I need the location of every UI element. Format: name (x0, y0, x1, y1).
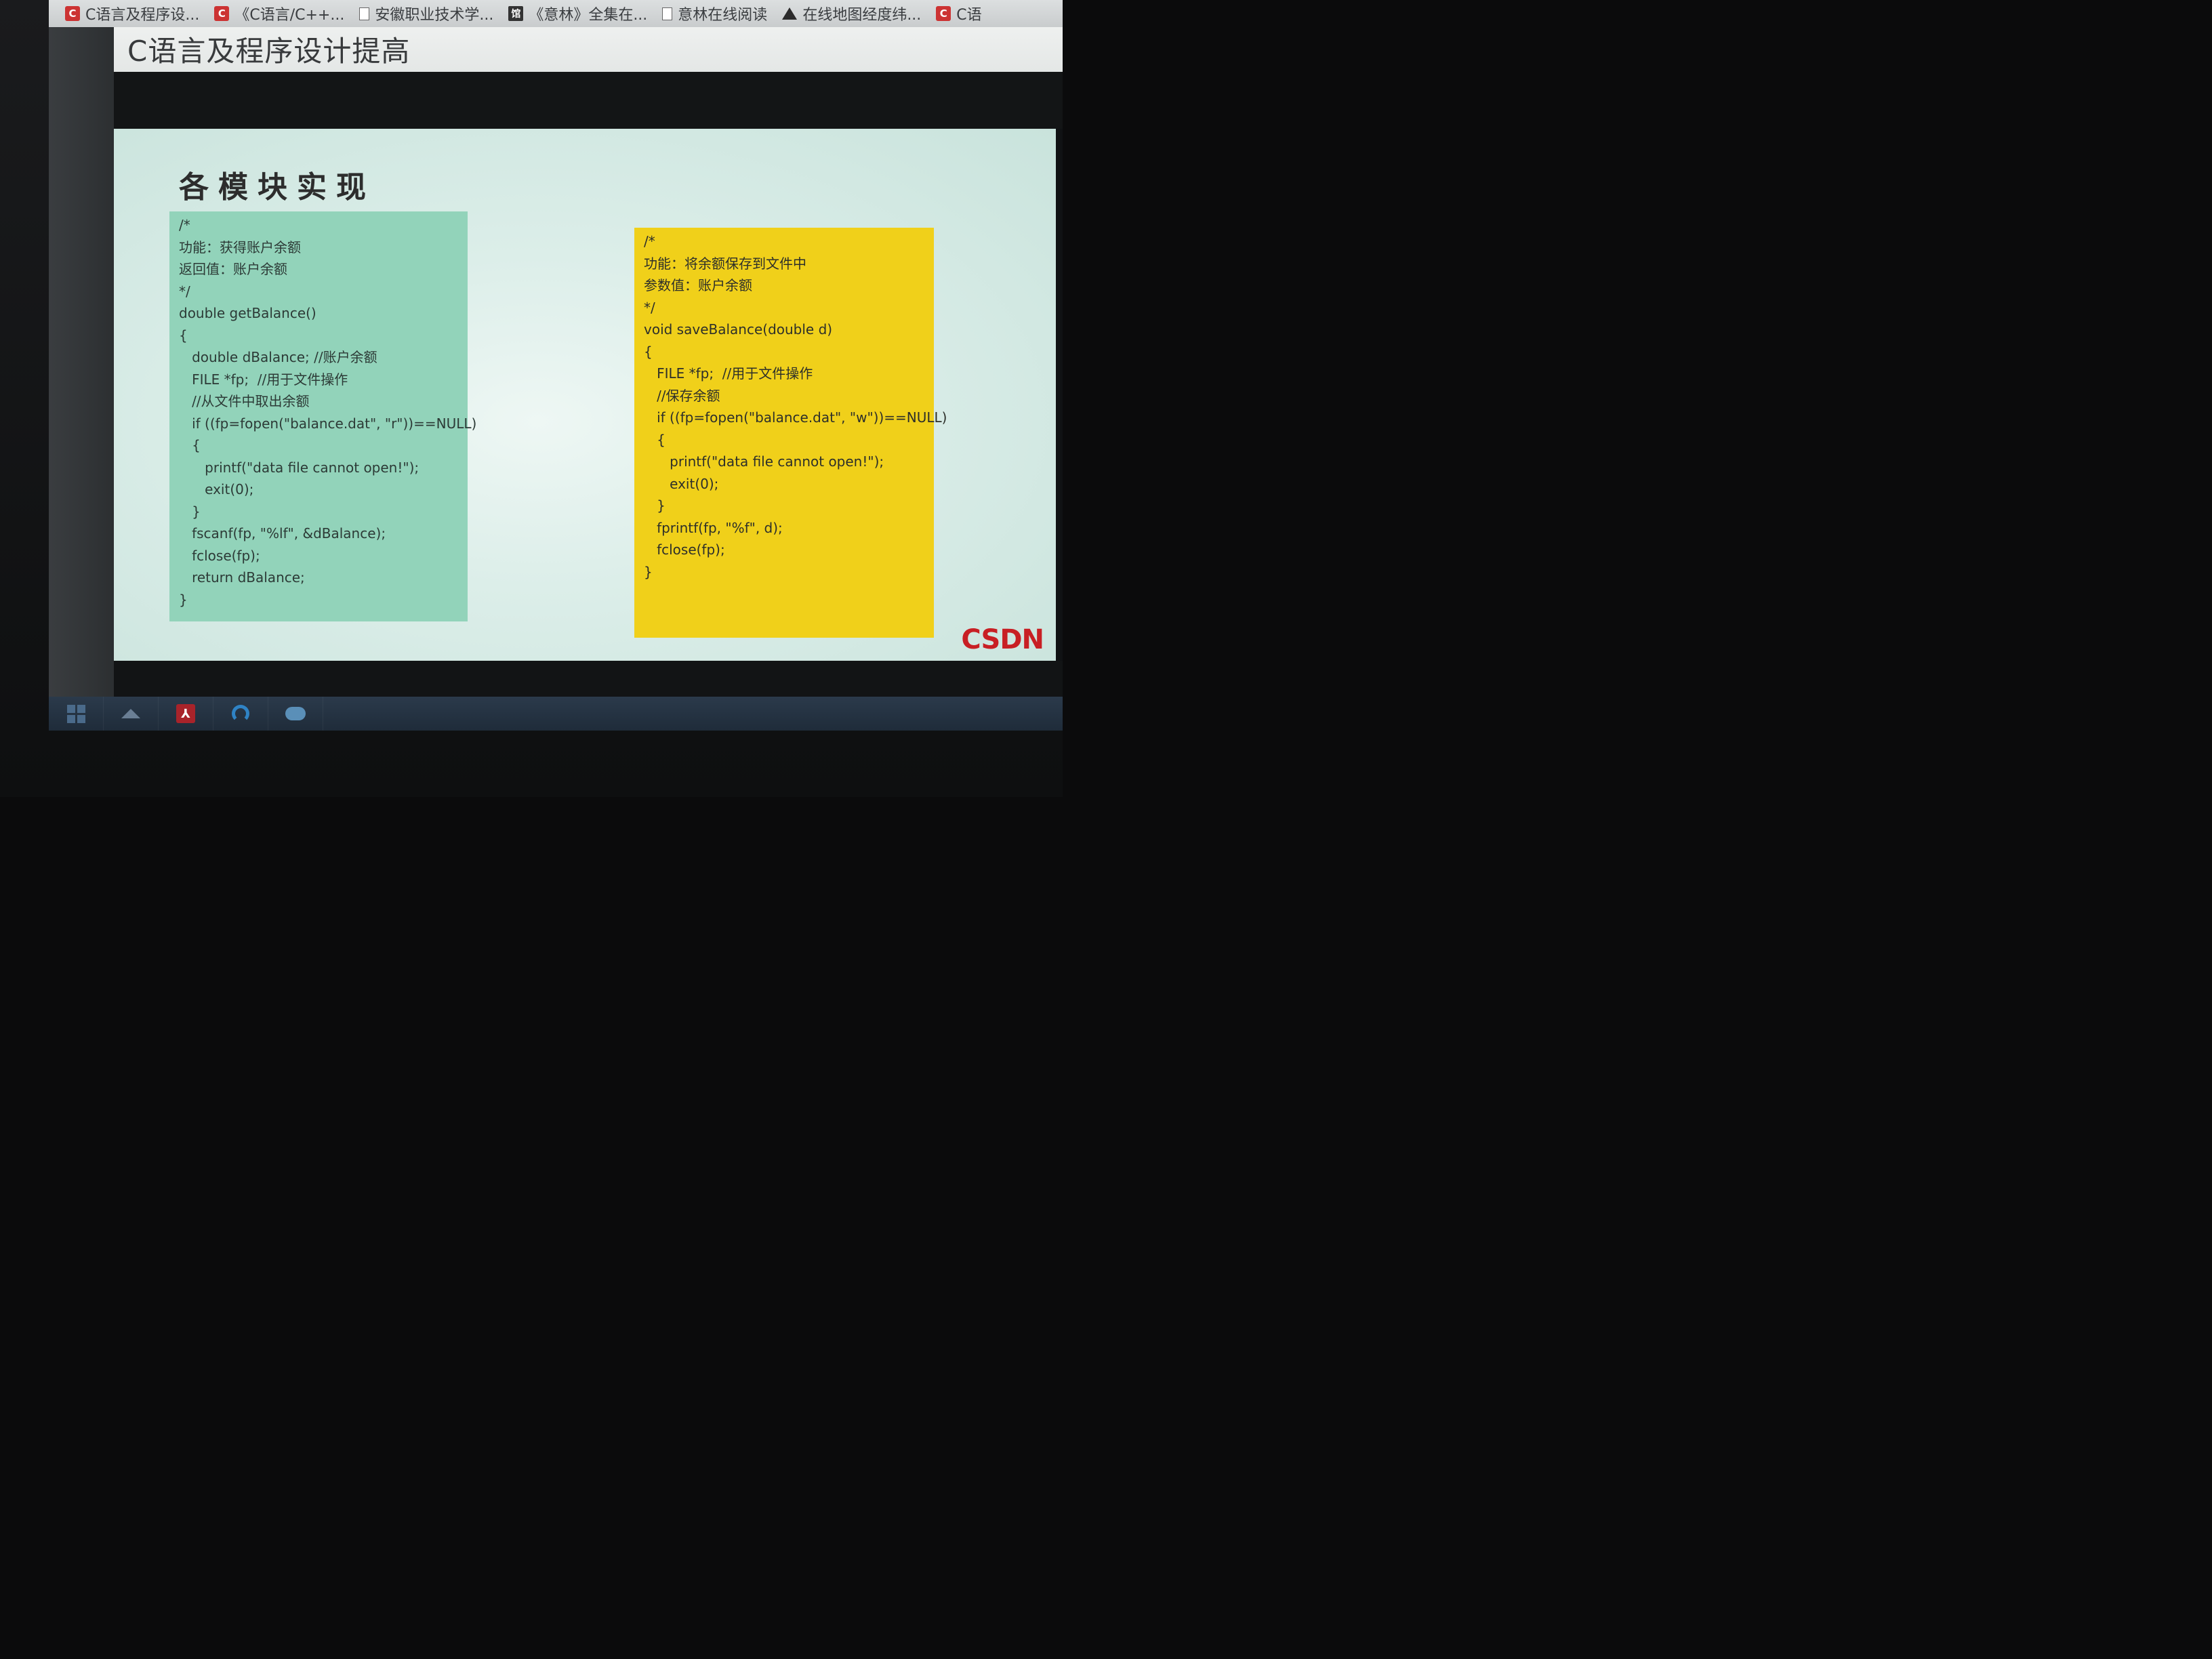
windows-start-button[interactable] (49, 697, 104, 731)
code-line: double getBalance() (179, 305, 316, 321)
bookmark-label: 安徽职业技术学... (375, 7, 494, 24)
page-header: C语言及程序设计提高 (114, 27, 1063, 72)
code-line: //从文件中取出余额 (179, 393, 310, 409)
cloud-app-icon (285, 707, 306, 720)
bookmark-item[interactable]: 馆 《意林》全集在... (508, 3, 647, 24)
cloud-app-button[interactable] (268, 697, 323, 731)
slide: 各模块实现 /* 功能：获得账户余额 返回值：账户余额 */ double getBal… (114, 129, 1056, 661)
video-bottom-band (114, 661, 1063, 697)
code-line: } (644, 563, 653, 580)
code-line: return dBalance; (179, 569, 305, 586)
bookmark-item[interactable]: 安徽职业技术学... (359, 3, 493, 24)
code-line: void saveBalance(double d) (644, 321, 833, 337)
code-line: 参数值：账户余额 (644, 277, 752, 293)
bookmark-label: 《C语言/C++... (234, 7, 345, 24)
code-line: */ (179, 283, 190, 300)
home-icon (121, 709, 140, 718)
get-balance-code-box: /* 功能：获得账户余额 返回值：账户余额 */ double getBalance()… (169, 211, 477, 621)
save-balance-code-box: /* 功能：将余额保存到文件中 参数值：账户余额 */ void saveBalance… (634, 228, 947, 638)
code-line: /* (179, 217, 190, 233)
bookmark-label: C语 (956, 7, 982, 24)
home-button[interactable] (104, 697, 159, 731)
csdn-icon: C (65, 6, 80, 21)
code-line: } (644, 497, 665, 514)
bookmark-item[interactable]: 在线地图经度纬... (782, 3, 921, 24)
code-line: 返回值：账户余额 (179, 261, 287, 277)
page-icon (359, 7, 370, 20)
bookmark-label: 在线地图经度纬... (802, 7, 922, 24)
bookmark-item[interactable]: C C语 (936, 3, 982, 24)
map-icon (782, 7, 798, 20)
code-line: FILE *fp; //用于文件操作 (179, 371, 348, 388)
bookmark-label: 意林在线阅读 (678, 7, 768, 24)
code-line: fprintf(fp, "%f", d); (644, 519, 783, 536)
screen: C C语言及程序设... C 《C语言/C++... 安徽职业技术学... 馆 … (49, 0, 1063, 731)
code-line: { (179, 327, 188, 344)
code-line: 功能：获得账户余额 (179, 239, 301, 255)
page-title: C语言及程序设计提高 (127, 35, 411, 68)
code-line: { (179, 437, 201, 453)
code-line: FILE *fp; //用于文件操作 (644, 365, 813, 382)
code-line: */ (644, 299, 655, 316)
code-line: exit(0); (179, 481, 254, 497)
code-line: { (644, 343, 653, 360)
bookmark-label: 《意林》全集在... (529, 7, 648, 24)
code-line: } (179, 591, 188, 608)
pdf-reader-icon: ⅄ (176, 704, 195, 723)
guan-icon: 馆 (508, 6, 524, 21)
bookmarks-bar: C C语言及程序设... C 《C语言/C++... 安徽职业技术学... 馆 … (49, 0, 1063, 27)
code-line: printf("data file cannot open!"); (179, 459, 419, 476)
csdn-icon: C (936, 6, 951, 21)
code-line: if ((fp=fopen("balance.dat", "w"))==NULL… (644, 409, 947, 426)
csdn-logo: CSDN (961, 624, 1044, 655)
bookmark-label: C语言及程序设... (85, 7, 200, 24)
csdn-icon: C (214, 6, 230, 21)
code-line: { (644, 431, 665, 448)
code-line: printf("data file cannot open!"); (644, 453, 884, 470)
code-line: if ((fp=fopen("balance.dat", "r"))==NULL… (179, 415, 477, 432)
code-line: fclose(fp); (179, 547, 260, 564)
code-line: double dBalance; //账户余额 (179, 349, 377, 365)
taskbar: ⅄ (49, 697, 1063, 731)
left-margin (49, 27, 114, 697)
code-line: fclose(fp); (644, 541, 725, 558)
code-line: } (179, 503, 201, 520)
slide-title: 各模块实现 (179, 170, 375, 205)
browser-button[interactable] (213, 697, 268, 731)
code-line: //保存余额 (644, 387, 720, 404)
code-line: fscanf(fp, "%lf", &dBalance); (179, 525, 386, 541)
windows-start-icon (66, 704, 85, 723)
code-line: 功能：将余额保存到文件中 (644, 255, 806, 272)
page-icon (662, 7, 673, 20)
pdf-reader-button[interactable]: ⅄ (159, 697, 213, 731)
bookmark-item[interactable]: C C语言及程序设... (65, 3, 199, 24)
bookmark-item[interactable]: C 《C语言/C++... (214, 3, 344, 24)
video-top-band (114, 72, 1063, 129)
code-line: exit(0); (644, 475, 719, 492)
code-line: /* (644, 233, 655, 249)
bookmark-item[interactable]: 意林在线阅读 (662, 3, 767, 24)
browser-icon (232, 705, 249, 722)
